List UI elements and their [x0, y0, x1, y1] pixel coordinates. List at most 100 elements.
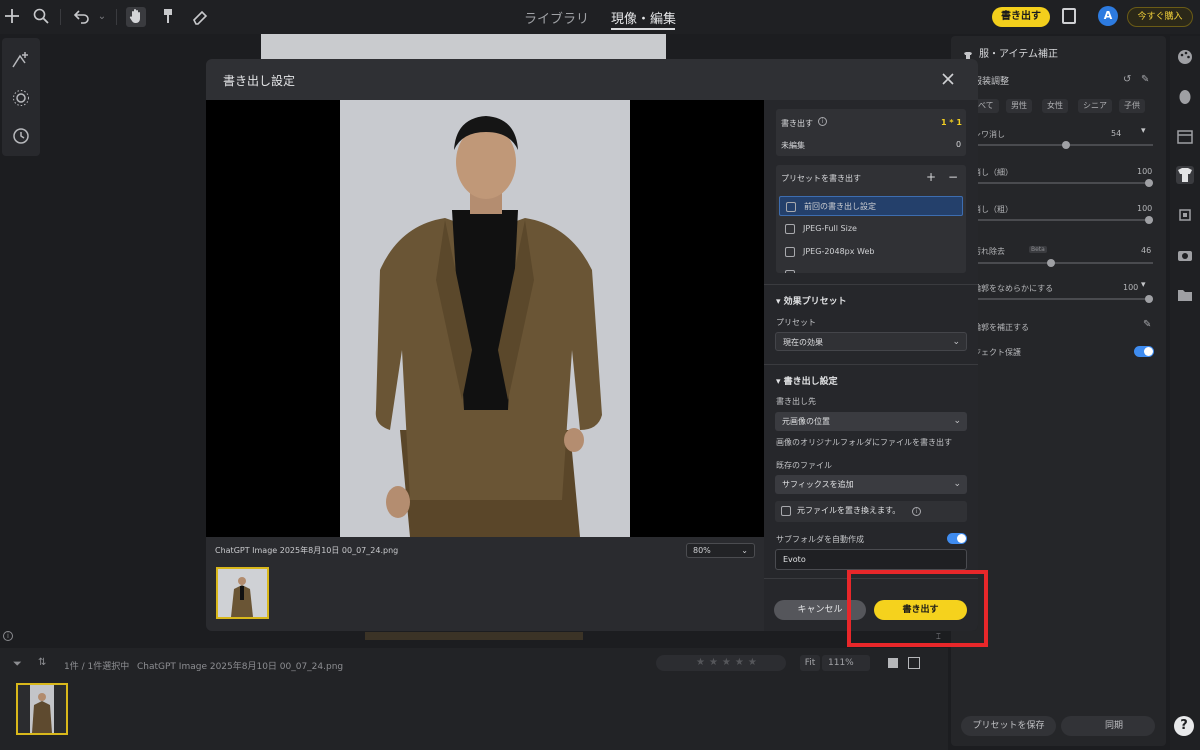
chevron-down-icon: ⌄	[952, 337, 960, 347]
slider-track[interactable]	[973, 262, 1153, 264]
hand-icon[interactable]	[126, 7, 146, 27]
slider-handle[interactable]	[1145, 295, 1153, 303]
tab-develop[interactable]: 現像・編集	[611, 8, 676, 27]
slider-handle[interactable]	[1145, 216, 1153, 224]
resize-handle-icon: ⌶	[936, 632, 941, 641]
dialog-thumbnail[interactable]	[216, 567, 269, 619]
face-icon[interactable]	[1176, 88, 1194, 106]
info-icon[interactable]: i	[818, 117, 827, 126]
avatar[interactable]: A	[1098, 6, 1118, 26]
add-preset-button[interactable]: +	[926, 170, 936, 184]
right-icon-strip: ?	[1170, 36, 1200, 750]
info-icon[interactable]: i	[3, 631, 13, 641]
zoom-select[interactable]: 111%	[822, 655, 870, 671]
filmstrip-thumbnail[interactable]	[16, 683, 68, 735]
rating-stars[interactable]: ★★★★★	[656, 655, 786, 671]
buy-now-button[interactable]: 今すぐ購入	[1127, 7, 1193, 27]
replace-original-checkbox[interactable]	[781, 506, 791, 516]
preset-checkbox[interactable]	[785, 247, 795, 257]
tab-library[interactable]: ライブラリ	[524, 8, 589, 27]
current-filename: ChatGPT Image 2025年8月10日 00_07_24.png	[137, 662, 344, 672]
help-icon[interactable]: ?	[1174, 716, 1194, 736]
subfolder-name-input[interactable]: Evoto	[775, 549, 967, 570]
filter-chip-senior[interactable]: シニア	[1078, 99, 1112, 113]
export-count-label: 書き出す	[781, 119, 813, 128]
preset-item[interactable]	[779, 265, 963, 273]
panel-subtitle: 服装調整	[973, 77, 1010, 87]
chevron-down-icon[interactable]: ▾	[1141, 126, 1146, 136]
layout-icon[interactable]	[1176, 128, 1194, 146]
destination-select-value: 元画像の位置	[782, 417, 830, 426]
preset-item[interactable]: JPEG-Full Size	[779, 219, 963, 239]
eraser-icon[interactable]	[190, 7, 210, 27]
light-icon[interactable]	[11, 88, 31, 108]
filter-chip-female[interactable]: 女性	[1042, 99, 1068, 113]
export-settings-toggle[interactable]: ▾ 書き出し設定	[776, 374, 838, 387]
export-summary: 書き出す i 1 * 1 未編集 0	[776, 109, 966, 156]
shirt-icon[interactable]	[1176, 166, 1194, 184]
protect-label: ジェクト保護	[973, 348, 1021, 357]
folder-icon[interactable]	[1176, 286, 1194, 304]
slider-handle[interactable]	[1062, 141, 1070, 149]
close-icon[interactable]	[940, 71, 956, 87]
camera-icon[interactable]	[1176, 246, 1194, 264]
add-icon[interactable]	[2, 7, 22, 27]
replace-original-label: 元ファイルを置き換えます。	[797, 506, 901, 515]
edit-icon[interactable]: ✎	[1143, 319, 1151, 330]
destination-select[interactable]: 元画像の位置 ⌄	[775, 412, 967, 431]
effect-presets-toggle[interactable]: ▾ 効果プリセット	[776, 294, 847, 307]
remove-preset-button[interactable]: −	[948, 170, 958, 184]
effect-presets-title: 効果プリセット	[783, 297, 847, 307]
preview-image	[340, 100, 630, 537]
filter-chip-child[interactable]: 子供	[1119, 99, 1145, 113]
reset-icon[interactable]: ↺	[1123, 74, 1131, 85]
search-icon[interactable]	[31, 7, 51, 27]
edit-icon[interactable]: ✎	[1141, 74, 1149, 85]
slider-handle[interactable]	[1145, 179, 1153, 187]
single-view-icon[interactable]	[888, 658, 898, 668]
protect-toggle[interactable]	[1134, 346, 1154, 357]
adjust-icon[interactable]	[11, 50, 31, 70]
document-icon[interactable]	[1062, 8, 1076, 24]
info-icon[interactable]: i	[912, 507, 921, 516]
filter-chip-male[interactable]: 男性	[1006, 99, 1032, 113]
slider-value[interactable]: 100	[1137, 204, 1152, 213]
subfolder-toggle[interactable]	[947, 533, 967, 544]
chevron-down-icon[interactable]: ▾	[1141, 280, 1146, 290]
filter-icon[interactable]: ⏷	[13, 657, 22, 671]
chevron-down-icon[interactable]: ⌄	[92, 7, 112, 27]
preset-checkbox[interactable]	[786, 202, 796, 212]
export-settings-dialog: 書き出し設定 ChatGPT Image 2025年8月10日 00_07_24…	[206, 59, 978, 631]
presets-title: プリセットを書き出す	[781, 174, 861, 183]
slider-track[interactable]	[973, 219, 1153, 221]
slider-value[interactable]: 100	[1137, 167, 1152, 176]
save-preset-button[interactable]: プリセットを保存	[961, 716, 1056, 736]
fit-button[interactable]: Fit	[800, 655, 820, 671]
slider-track[interactable]	[973, 182, 1153, 184]
sort-icon[interactable]: ⇅	[38, 657, 46, 668]
slider-track[interactable]	[973, 298, 1153, 300]
effect-preset-select[interactable]: 現在の効果 ⌄	[775, 332, 967, 351]
brush-icon[interactable]	[158, 7, 178, 27]
correct-outline-label[interactable]: 輪郭を補正する	[973, 322, 1029, 333]
preset-checkbox[interactable]	[785, 224, 795, 234]
replace-original-row[interactable]: 元ファイルを置き換えます。 i	[775, 501, 967, 522]
sync-button[interactable]: 同期	[1061, 716, 1155, 736]
preset-item[interactable]: JPEG-2048px Web	[779, 242, 963, 262]
compare-view-icon[interactable]	[908, 657, 920, 669]
preview-zoom-select[interactable]: 80% ⌄	[686, 543, 755, 558]
preset-item[interactable]: 前回の書き出し設定	[779, 196, 963, 216]
export-button[interactable]: 書き出す	[992, 7, 1050, 27]
palette-icon[interactable]	[1176, 48, 1194, 66]
slider-value[interactable]: 100	[1123, 283, 1138, 292]
slider-value[interactable]: 54	[1111, 129, 1121, 138]
history-icon[interactable]	[11, 126, 31, 146]
slider-value[interactable]: 46	[1141, 246, 1151, 255]
preset-checkbox[interactable]	[785, 270, 795, 273]
existing-files-select[interactable]: サフィックスを追加 ⌄	[775, 475, 967, 494]
canvas-photo	[261, 34, 666, 60]
undo-icon[interactable]	[72, 7, 92, 27]
slider-handle[interactable]	[1047, 259, 1055, 267]
destination-note: 画像のオリジナルフォルダにファイルを書き出す	[776, 438, 952, 447]
crop-icon[interactable]	[1176, 206, 1194, 224]
